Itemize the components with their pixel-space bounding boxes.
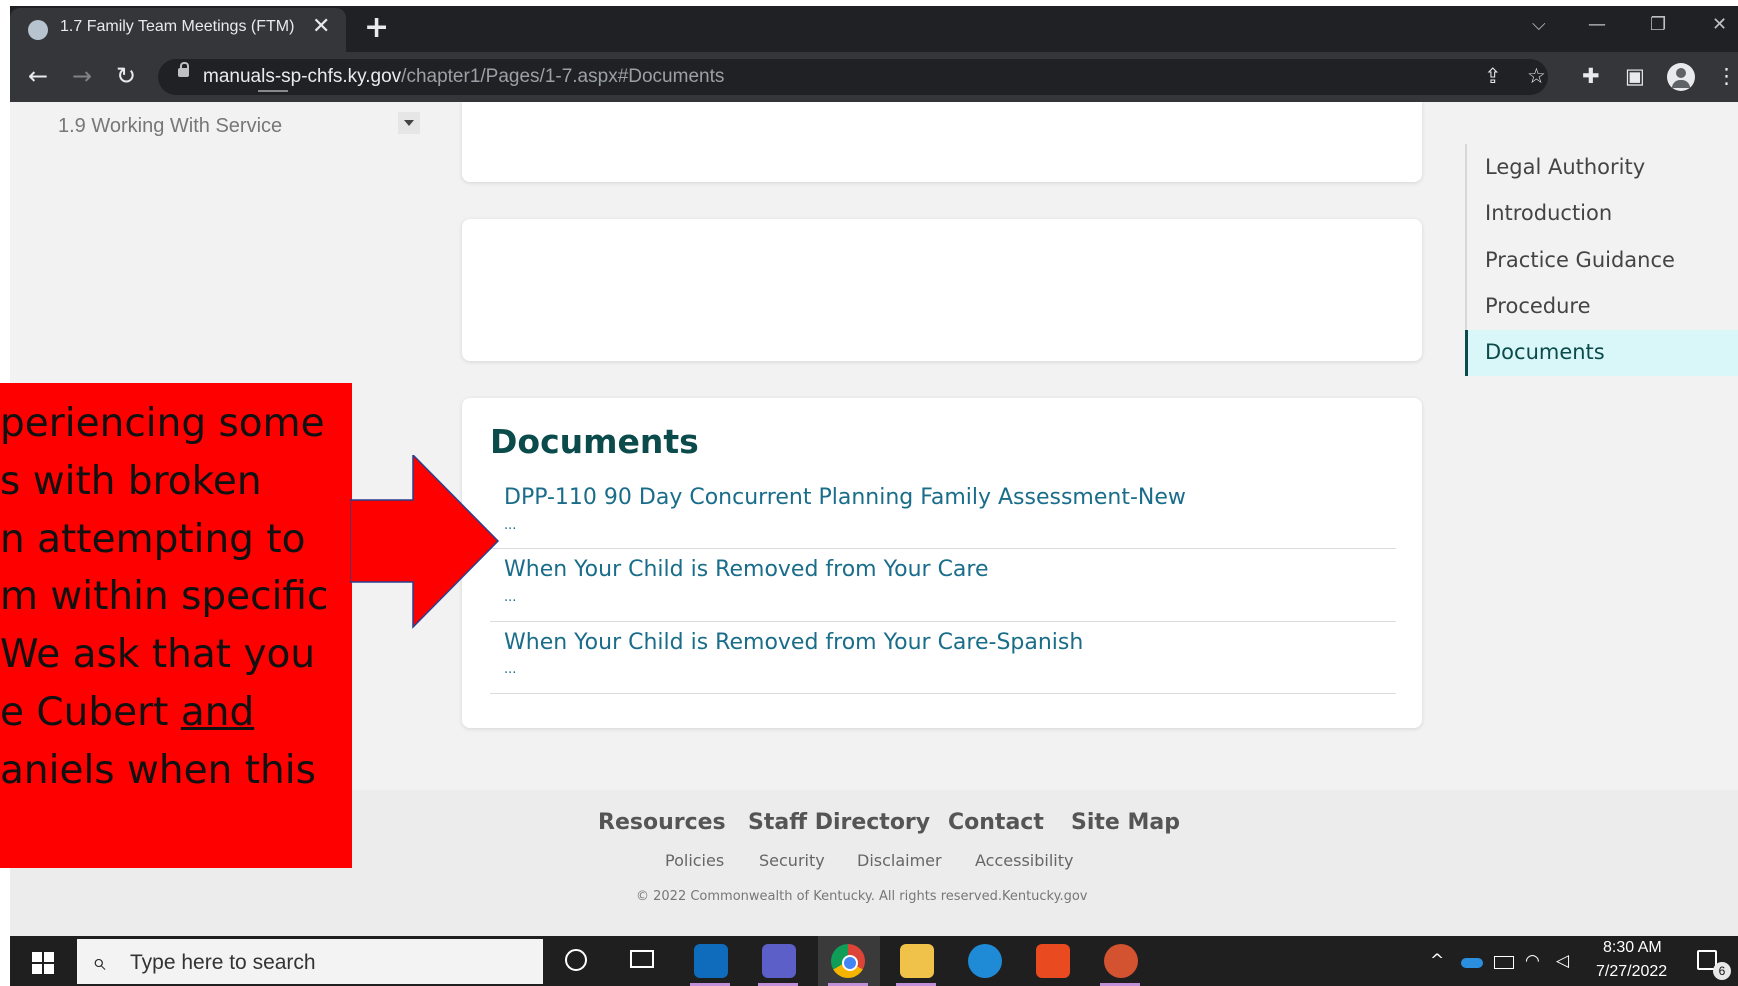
teams-icon[interactable] (762, 944, 796, 978)
footer-copyright: © 2022 Commonwealth of Kentucky. All rig… (636, 889, 1088, 904)
content-card-empty (462, 219, 1422, 361)
document-ellipsis[interactable]: ... (504, 662, 516, 677)
documents-heading: Documents (490, 422, 699, 461)
footer-link-accessibility[interactable]: Accessibility (975, 851, 1073, 870)
show-hidden-icons-icon[interactable]: ^ (1430, 951, 1444, 971)
taskbar-clock-date[interactable]: 7/27/2022 (1596, 963, 1667, 981)
toc-item-documents[interactable]: Documents (1485, 340, 1605, 364)
left-nav-scroll-down-icon[interactable] (398, 112, 420, 134)
restore-button[interactable]: ❐ (1650, 14, 1666, 35)
side-panel-icon[interactable]: ▣ (1625, 64, 1645, 88)
edge-icon[interactable] (968, 944, 1002, 978)
url-path: /chapter1/Pages/1-7.aspx#Documents (401, 66, 725, 87)
url-text[interactable]: manuals-sp-chfs.ky.gov/chapter1/Pages/1-… (203, 66, 724, 88)
volume-icon[interactable]: ◁ (1556, 951, 1569, 971)
red-callout-box: periencing some s with broken n attempti… (0, 383, 352, 868)
task-view-icon[interactable] (630, 950, 654, 968)
footer-link-staff-directory[interactable]: Staff Directory (748, 810, 930, 835)
wifi-icon[interactable]: ◠ (1525, 951, 1540, 971)
callout-text-line: We ask that you (0, 632, 316, 677)
footer-link-resources[interactable]: Resources (598, 810, 726, 835)
toc-item-practice-guidance[interactable]: Practice Guidance (1485, 248, 1675, 272)
file-explorer-icon[interactable] (900, 944, 934, 978)
notification-count-badge: 6 (1713, 962, 1731, 980)
document-ellipsis[interactable]: ... (504, 590, 516, 605)
back-button[interactable]: ← (28, 62, 48, 90)
document-divider (490, 621, 1396, 622)
taskbar-clock-time[interactable]: 8:30 AM (1603, 939, 1662, 957)
left-nav-previous-item-fragment (258, 90, 288, 96)
callout-text-line: e Cubert and (0, 690, 254, 735)
left-nav-item-fragment[interactable]: 1.9 Working With Service (58, 115, 282, 138)
callout-text-line: aniels when this (0, 748, 316, 793)
callout-text-prefix: e Cubert (0, 690, 181, 735)
callout-text-line: periencing some (0, 401, 325, 446)
onedrive-icon[interactable] (1461, 958, 1483, 968)
url-host: manuals-sp-chfs.ky.gov (203, 66, 402, 87)
callout-text-line: m within specific (0, 574, 329, 619)
office-icon[interactable] (1036, 944, 1070, 978)
footer-link-contact[interactable]: Contact (948, 810, 1044, 835)
bookmark-star-icon[interactable]: ☆ (1527, 64, 1546, 88)
tab-title: 1.7 Family Team Meetings (FTM) (60, 18, 295, 35)
tab-close-icon[interactable]: ✕ (312, 14, 330, 39)
share-icon[interactable]: ⇪ (1484, 64, 1502, 88)
document-link[interactable]: When Your Child is Removed from Your Car… (504, 630, 1083, 655)
windows-start-icon[interactable] (32, 952, 54, 974)
minimize-button[interactable]: — (1588, 14, 1606, 35)
callout-text-line: s with broken (0, 459, 262, 504)
footer-link-disclaimer[interactable]: Disclaimer (857, 851, 942, 870)
site-favicon-icon (28, 20, 48, 40)
content-card-previous (462, 102, 1422, 182)
document-link[interactable]: DPP-110 90 Day Concurrent Planning Famil… (504, 485, 1186, 510)
footer-link-security[interactable]: Security (759, 851, 825, 870)
battery-icon[interactable] (1494, 956, 1514, 969)
profile-avatar-icon[interactable] (1667, 63, 1695, 91)
taskbar-search-input[interactable]: Type here to search (130, 951, 316, 975)
search-icon: ⌕ (92, 948, 106, 976)
chrome-icon-center (842, 955, 858, 971)
toc-item-legal-authority[interactable]: Legal Authority (1485, 155, 1645, 179)
callout-text-line: n attempting to (0, 517, 306, 562)
document-divider (490, 548, 1396, 549)
cortana-icon[interactable] (565, 949, 587, 971)
callout-text-underlined: and (180, 690, 255, 735)
browser-menu-icon[interactable]: ⋮ (1716, 64, 1737, 88)
document-ellipsis[interactable]: ... (504, 518, 516, 533)
close-window-button[interactable]: ✕ (1712, 14, 1727, 35)
toc-item-introduction[interactable]: Introduction (1485, 201, 1612, 225)
toc-item-procedure[interactable]: Procedure (1485, 294, 1591, 318)
footer-link-site-map[interactable]: Site Map (1071, 810, 1180, 835)
extensions-icon[interactable]: ✚ (1582, 64, 1600, 88)
powerpoint-icon[interactable] (1104, 944, 1138, 978)
reload-button[interactable]: ↻ (116, 62, 136, 90)
document-link[interactable]: When Your Child is Removed from Your Car… (504, 557, 989, 582)
lock-icon[interactable] (178, 62, 189, 77)
document-divider (490, 693, 1396, 694)
red-arrow-icon (350, 455, 500, 629)
new-tab-button[interactable]: + (364, 10, 389, 45)
forward-button[interactable]: → (72, 62, 92, 90)
outlook-icon[interactable] (694, 944, 728, 978)
footer-link-policies[interactable]: Policies (665, 851, 724, 870)
tab-search-dropdown-icon[interactable]: ⌵ (1532, 14, 1546, 35)
